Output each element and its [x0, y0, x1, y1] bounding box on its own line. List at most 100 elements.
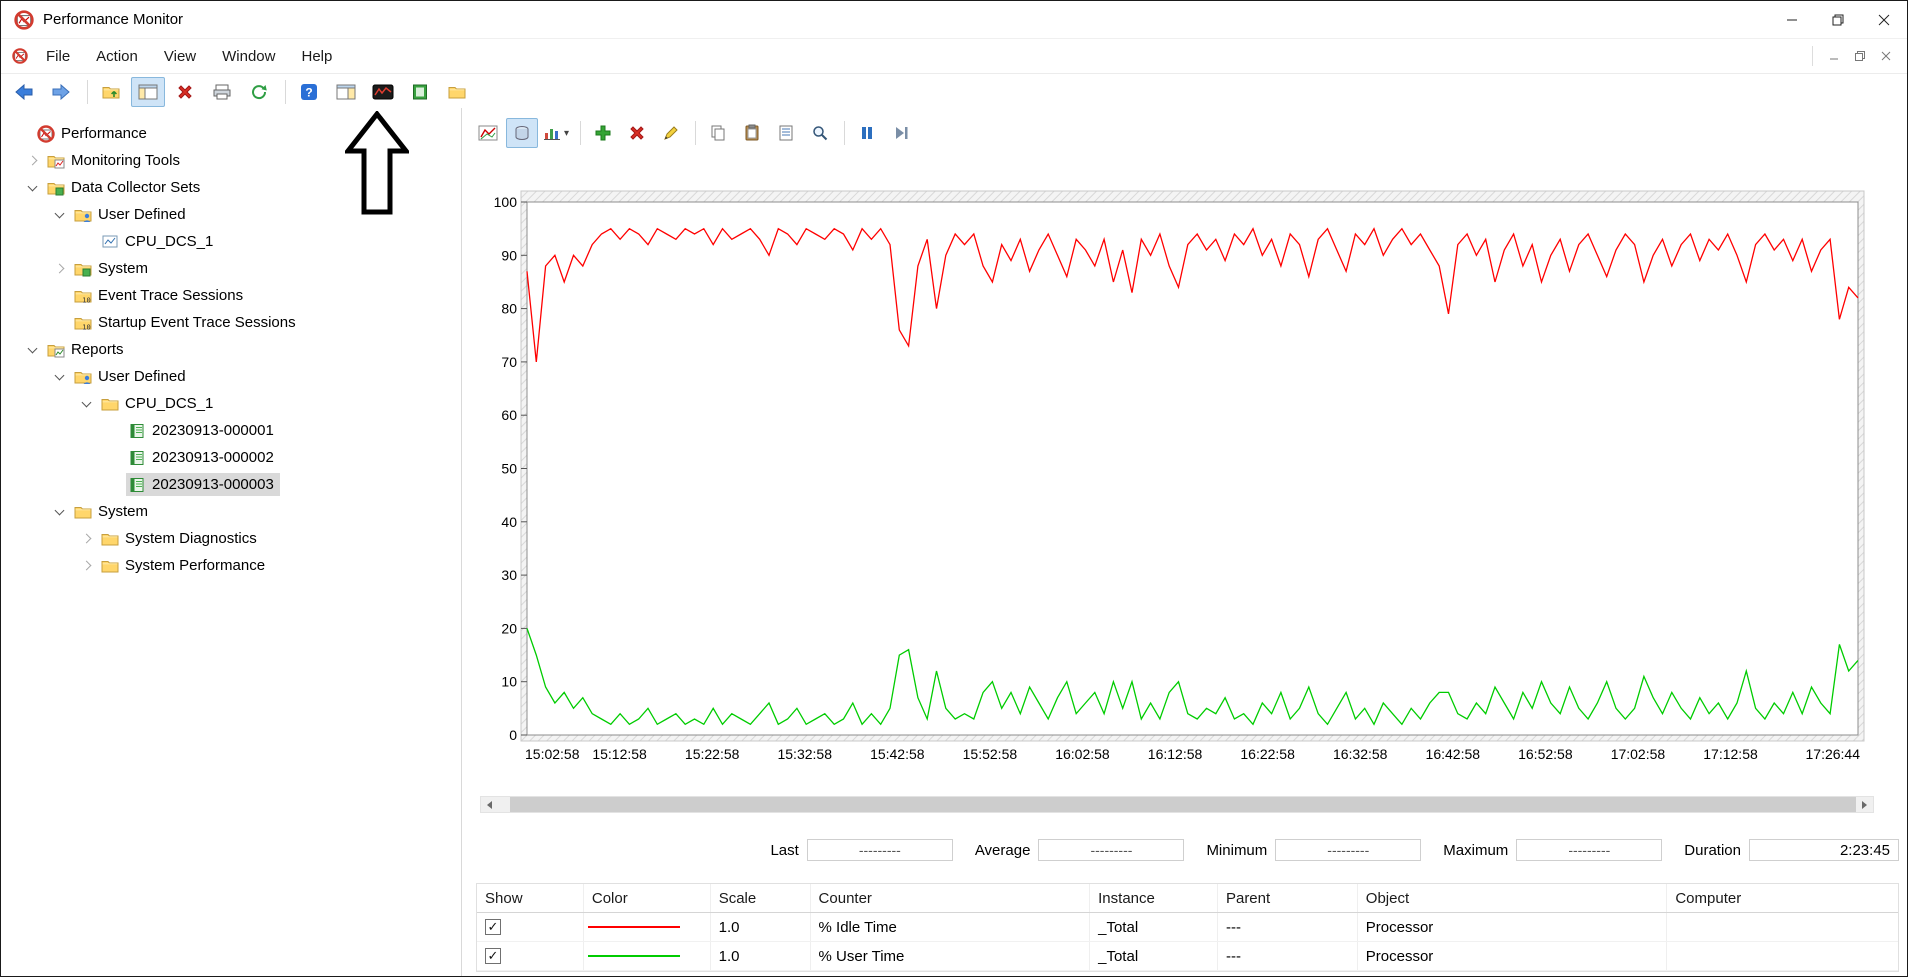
properties-button[interactable] [770, 118, 802, 148]
tree-item-20230913-000002[interactable]: 20230913-000002 [1, 444, 461, 471]
change-graph-type-button[interactable]: ▾ [540, 118, 572, 148]
tree-item-20230913-000003[interactable]: 20230913-000003 [1, 471, 461, 498]
column-header-counter[interactable]: Counter [811, 884, 1091, 912]
column-header-scale[interactable]: Scale [711, 884, 811, 912]
paste-counter-list-button[interactable] [736, 118, 768, 148]
refresh-button[interactable] [242, 77, 276, 107]
close-button[interactable] [1861, 1, 1907, 38]
column-header-show[interactable]: Show [477, 884, 584, 912]
chevron-expanded-icon[interactable] [47, 363, 72, 390]
back-button[interactable] [7, 77, 41, 107]
tree-item-system-performance[interactable]: System Performance [1, 552, 461, 579]
highlight-button[interactable] [655, 118, 687, 148]
column-header-color[interactable]: Color [584, 884, 711, 912]
update-data-button[interactable] [885, 118, 917, 148]
show-checkbox[interactable]: ✓ [485, 919, 501, 935]
restore-button[interactable] [1815, 1, 1861, 38]
delete-x-icon [628, 124, 646, 142]
column-header-object[interactable]: Object [1358, 884, 1668, 912]
tree-item-box[interactable]: Reports [45, 338, 130, 361]
tree-item-box[interactable]: Performance [35, 122, 153, 145]
tree-item-box[interactable]: System Performance [99, 554, 271, 577]
tree-item-box[interactable]: System [72, 500, 154, 523]
show-console-tree-button[interactable] [131, 77, 165, 107]
view-current-activity-button[interactable] [472, 118, 504, 148]
add-counter-button[interactable] [587, 118, 619, 148]
freeze-display-button[interactable] [851, 118, 883, 148]
tree-item-startup-event-trace-sessions[interactable]: 10Startup Event Trace Sessions [1, 309, 461, 336]
child-restore-button[interactable] [1847, 44, 1873, 68]
show-checkbox[interactable]: ✓ [485, 948, 501, 964]
counter-row[interactable]: ✓1.0% Idle Time_Total---Processor [477, 913, 1898, 942]
selected-tree-item[interactable]: 20230913-000003 [126, 473, 280, 496]
copy-properties-button[interactable] [702, 118, 734, 148]
tree-item-box[interactable]: 10Startup Event Trace Sessions [72, 311, 302, 334]
column-header-parent[interactable]: Parent [1218, 884, 1358, 912]
tree-item-cpu-dcs-1[interactable]: CPU_DCS_1 [1, 390, 461, 417]
chevron-expanded-icon[interactable] [20, 174, 45, 201]
tree-item-box[interactable]: CPU_DCS_1 [99, 230, 219, 253]
menu-action[interactable]: Action [83, 39, 151, 73]
forward-button[interactable] [44, 77, 78, 107]
stats-bar: Last --------- Average --------- Minimum… [462, 837, 1907, 863]
tree-item-box[interactable]: 20230913-000002 [126, 446, 280, 469]
performance-monitor-button[interactable] [366, 77, 400, 107]
zoom-button[interactable] [804, 118, 836, 148]
tree-item-box[interactable]: CPU_DCS_1 [99, 392, 219, 415]
tree-item-system[interactable]: System [1, 498, 461, 525]
tree-item-cpu-dcs-1[interactable]: CPU_DCS_1 [1, 228, 461, 255]
dropdown-caret-icon[interactable]: ▾ [564, 128, 569, 139]
menu-view[interactable]: View [151, 39, 209, 73]
open-saved-log-button[interactable] [440, 77, 474, 107]
chevron-collapsed-icon[interactable] [74, 525, 99, 552]
counter-row[interactable]: ✓1.0% User Time_Total---Processor [477, 942, 1898, 971]
scroll-right-button[interactable] [1856, 797, 1873, 812]
print-button[interactable] [205, 77, 239, 107]
scrollbar-track[interactable] [498, 797, 510, 812]
tree-item-box[interactable]: 20230913-000001 [126, 419, 280, 442]
right-arrow-icon [1862, 801, 1867, 809]
child-minimize-button[interactable] [1821, 44, 1847, 68]
menu-window[interactable]: Window [209, 39, 288, 73]
delete-button[interactable] [168, 77, 202, 107]
view-log-data-button[interactable] [506, 118, 538, 148]
menu-file[interactable]: File [33, 39, 83, 73]
scrollbar-thumb[interactable] [510, 797, 1856, 812]
chevron-expanded-icon[interactable] [47, 498, 72, 525]
delete-counter-button[interactable] [621, 118, 653, 148]
chevron-expanded-icon[interactable] [20, 336, 45, 363]
tree-item-box[interactable]: 10Event Trace Sessions [72, 284, 249, 307]
tree-item-box[interactable]: Data Collector Sets [45, 176, 206, 199]
minimize-button[interactable] [1769, 1, 1815, 38]
horizontal-scrollbar[interactable] [480, 796, 1874, 813]
tree-item-system[interactable]: System [1, 255, 461, 282]
chevron-expanded-icon[interactable] [47, 201, 72, 228]
tree-item-system-diagnostics[interactable]: System Diagnostics [1, 525, 461, 552]
tree-item-box[interactable]: System Diagnostics [99, 527, 263, 550]
tree-item-label: Reports [71, 341, 124, 358]
chevron-expanded-icon[interactable] [74, 390, 99, 417]
tree-item-20230913-000001[interactable]: 20230913-000001 [1, 417, 461, 444]
data-collector-set-button[interactable] [403, 77, 437, 107]
y-tick-label: 70 [501, 354, 517, 370]
chevron-collapsed-icon[interactable] [20, 147, 45, 174]
scroll-left-button[interactable] [481, 797, 498, 812]
tree-item-box[interactable]: User Defined [72, 365, 192, 388]
tree-item-box[interactable]: Monitoring Tools [45, 149, 186, 172]
tree-item-reports[interactable]: Reports [1, 336, 461, 363]
export-list-button[interactable] [94, 77, 128, 107]
tree-item-label: Startup Event Trace Sessions [98, 314, 296, 331]
chevron-collapsed-icon[interactable] [74, 552, 99, 579]
show-action-pane-button[interactable] [329, 77, 363, 107]
tree-item-event-trace-sessions[interactable]: 10Event Trace Sessions [1, 282, 461, 309]
chevron-collapsed-icon[interactable] [47, 255, 72, 282]
column-header-instance[interactable]: Instance [1090, 884, 1218, 912]
tree-item-box[interactable]: System [72, 257, 154, 280]
y-tick-label: 60 [501, 407, 517, 423]
tree-item-box[interactable]: User Defined [72, 203, 192, 226]
child-close-button[interactable] [1873, 44, 1899, 68]
help-button[interactable]: ? [292, 77, 326, 107]
tree-item-user-defined[interactable]: User Defined [1, 363, 461, 390]
column-header-computer[interactable]: Computer [1667, 884, 1898, 912]
menu-help[interactable]: Help [288, 39, 345, 73]
